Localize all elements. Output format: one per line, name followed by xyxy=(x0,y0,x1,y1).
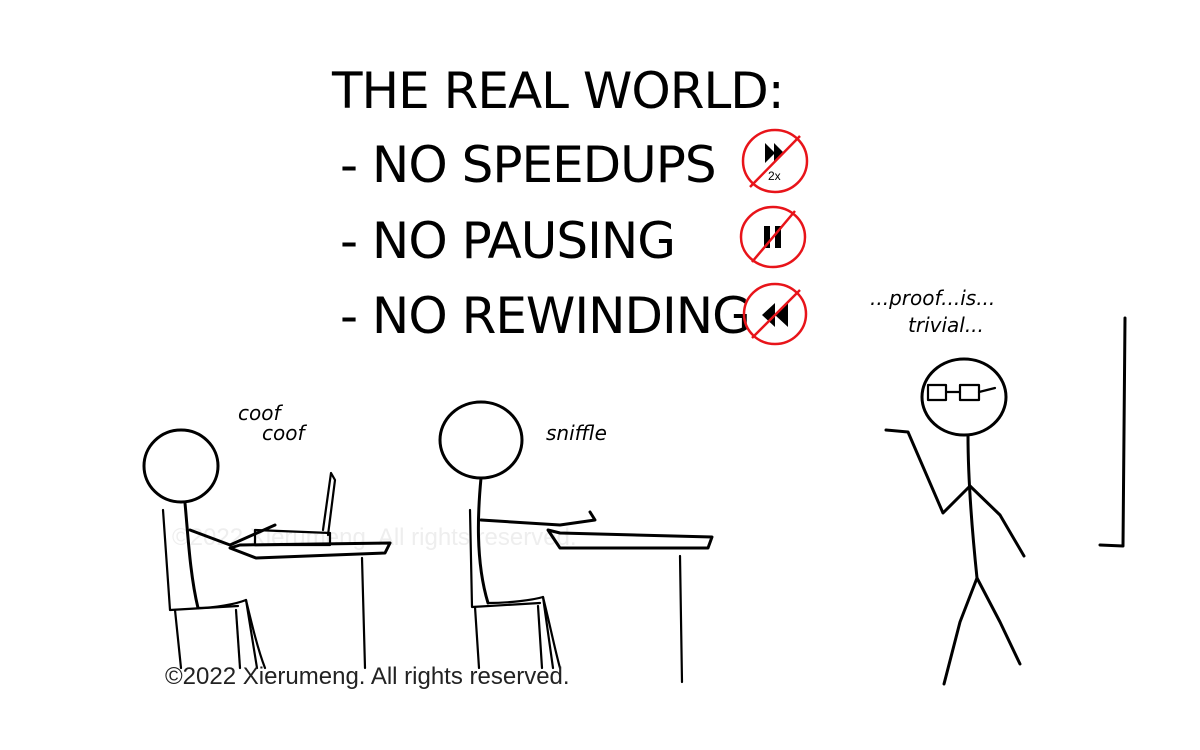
speed-badge: 2x xyxy=(768,169,781,183)
whiteboard-edge xyxy=(1098,316,1127,548)
comic-title: THE REAL WORLD: xyxy=(331,62,784,120)
comic-canvas: ©2022 Xierumeng. All rights reserved. TH… xyxy=(142,62,1127,690)
speech-sniffle: sniffle xyxy=(546,421,607,445)
speech-coof-2: coof xyxy=(262,421,307,445)
rule-item-rewinding: - NO REWINDING xyxy=(340,287,750,345)
rule-item-pausing: - NO PAUSING xyxy=(340,212,675,270)
no-pause-icon xyxy=(739,205,807,269)
no-rewind-icon xyxy=(742,282,808,346)
no-fast-forward-icon: 2x xyxy=(741,128,809,194)
speech-proof: ...proof...is... xyxy=(870,286,995,310)
rule-item-speedups: - NO SPEEDUPS xyxy=(340,136,716,194)
rule-list: - NO SPEEDUPS - NO PAUSING - NO REWINDIN… xyxy=(340,136,751,345)
speech-trivial: trivial... xyxy=(908,313,984,337)
teacher xyxy=(884,357,1026,686)
copyright-notice: ©2022 Xierumeng. All rights reserved. xyxy=(165,663,570,690)
